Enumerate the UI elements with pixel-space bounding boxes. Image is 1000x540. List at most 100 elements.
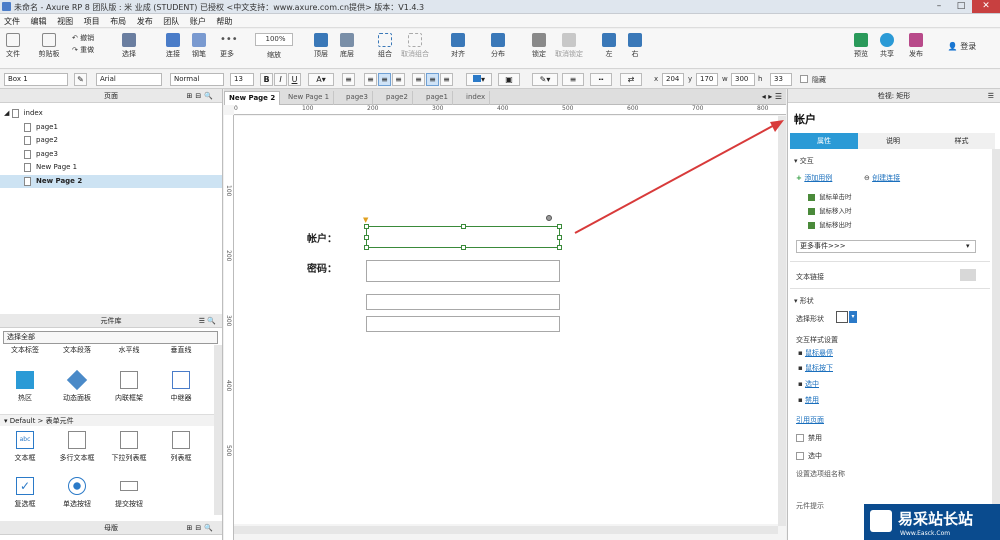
- tab-style[interactable]: 样式: [928, 133, 995, 149]
- menu-layout[interactable]: 布局: [106, 14, 130, 29]
- page-tree-item-new-page-1[interactable]: New Page 1: [0, 161, 222, 174]
- w-input[interactable]: 300: [731, 73, 755, 86]
- resize-handle[interactable]: [557, 235, 562, 240]
- selected-checkbox[interactable]: 选中: [796, 451, 822, 461]
- align-button[interactable]: 对齐: [448, 33, 468, 59]
- tab-index[interactable]: index: [462, 91, 491, 105]
- redo-button[interactable]: ↷ 重做: [72, 45, 100, 55]
- style-mousedown-link[interactable]: ▪ 鼠标按下: [798, 363, 833, 373]
- zoom-select[interactable]: 100%: [255, 33, 293, 46]
- tab-page2[interactable]: page2: [382, 91, 413, 105]
- widget-horizontal-line[interactable]: 水平线: [108, 345, 150, 355]
- resize-handle[interactable]: [557, 224, 562, 229]
- library-scrollbar[interactable]: [214, 345, 222, 515]
- more-events-select[interactable]: 更多事件>>>: [796, 240, 976, 253]
- login-button[interactable]: 👤 登录: [944, 41, 980, 52]
- page-tree-item-page3[interactable]: page3: [0, 148, 222, 161]
- resize-handle[interactable]: [364, 235, 369, 240]
- tab-notes[interactable]: 说明: [860, 133, 926, 149]
- shape-section[interactable]: ▾ 形状: [794, 296, 814, 306]
- h-input[interactable]: 33: [770, 73, 792, 86]
- event-mouse-leave[interactable]: 鼠标移出时: [808, 219, 852, 229]
- widget-droplist[interactable]: 下拉列表框: [108, 431, 150, 463]
- resize-handle[interactable]: [461, 224, 466, 229]
- hidden-checkbox[interactable]: [800, 75, 808, 83]
- align-right-text-button[interactable]: ≡: [392, 73, 405, 86]
- format-painter-icon[interactable]: ✎: [74, 73, 87, 86]
- clipboard-button[interactable]: 剪贴板: [36, 33, 62, 59]
- create-link-link[interactable]: ⊖ 创建连接: [864, 173, 900, 183]
- master-panel-actions-icon[interactable]: ⊞⊟🔍: [187, 521, 216, 535]
- line-width-button[interactable]: ≡: [562, 73, 584, 86]
- widget-name[interactable]: 帐户: [794, 111, 816, 127]
- event-mouse-enter[interactable]: 鼠标移入时: [808, 205, 852, 215]
- menu-file[interactable]: 文件: [0, 14, 24, 29]
- style-disabled-link[interactable]: ▪ 禁用: [798, 395, 819, 405]
- tab-new-page-1[interactable]: New Page 1: [284, 91, 335, 105]
- widget-text-paragraph[interactable]: 文本段落: [56, 345, 98, 355]
- widget-list-box[interactable]: 列表框: [160, 431, 202, 463]
- left-button[interactable]: 左: [600, 33, 618, 59]
- chevron-down-icon[interactable]: ▾: [966, 242, 970, 250]
- font-size-select[interactable]: 13: [230, 73, 254, 86]
- text-box-3[interactable]: [366, 294, 560, 310]
- zoom-control[interactable]: 100% 缩放: [255, 33, 293, 60]
- share-button[interactable]: 共享: [878, 33, 896, 59]
- shape-picker[interactable]: [836, 311, 848, 323]
- font-color-button[interactable]: A▾: [308, 73, 334, 86]
- line-style-button[interactable]: ┅: [590, 73, 612, 86]
- password-box[interactable]: [366, 260, 560, 282]
- undo-button[interactable]: ↶ 撤销: [72, 33, 100, 43]
- font-style-select[interactable]: Normal: [170, 73, 224, 86]
- text-box-4[interactable]: [366, 316, 560, 332]
- library-group-header[interactable]: ▾ Default > 表单元件: [0, 414, 214, 426]
- select-tool-button[interactable]: 选择: [112, 33, 146, 59]
- italic-button[interactable]: I: [274, 73, 287, 86]
- page-tree-item-new-page-2[interactable]: New Page 2: [0, 175, 222, 188]
- expand-icon[interactable]: ◢: [4, 109, 12, 117]
- page-tree-item-page1[interactable]: page1: [0, 121, 222, 134]
- tab-properties[interactable]: 属性: [790, 133, 858, 149]
- page-tree-item-index[interactable]: ◢ index: [0, 107, 222, 120]
- file-button[interactable]: 文件: [4, 33, 22, 59]
- align-center-text-button[interactable]: ≡: [378, 73, 391, 86]
- tab-page3[interactable]: page3: [342, 91, 373, 105]
- menu-publish[interactable]: 发布: [133, 14, 157, 29]
- widget-text-area[interactable]: 多行文本框: [56, 431, 98, 463]
- tab-page1[interactable]: page1: [422, 91, 453, 105]
- bring-to-top-button[interactable]: 顶层: [312, 33, 330, 59]
- x-input[interactable]: 204: [662, 73, 684, 86]
- widget-repeater[interactable]: 中继器: [160, 371, 202, 403]
- distribute-button[interactable]: 分布: [488, 33, 508, 59]
- library-filter-select[interactable]: 选择全部: [3, 331, 218, 344]
- resize-handle[interactable]: [461, 245, 466, 250]
- widget-submit-button[interactable]: 提交按钮: [108, 477, 150, 509]
- arrow-style-button[interactable]: ⇄: [620, 73, 642, 86]
- send-to-bottom-button[interactable]: 底层: [338, 33, 356, 59]
- text-link-button[interactable]: [960, 269, 976, 281]
- horizontal-scrollbar[interactable]: [234, 526, 778, 534]
- valign-bottom-button[interactable]: ≡: [440, 73, 453, 86]
- font-family-select[interactable]: Arial: [96, 73, 162, 86]
- style-selected-link[interactable]: ▪ 选中: [798, 379, 819, 389]
- widget-vertical-line[interactable]: 垂直线: [160, 345, 202, 355]
- more-tools-button[interactable]: ••• 更多: [216, 33, 238, 59]
- resize-handle[interactable]: [557, 245, 562, 250]
- minimize-button[interactable]: –: [928, 0, 950, 13]
- y-input[interactable]: 170: [696, 73, 718, 86]
- style-mouseover-link[interactable]: ▪ 鼠标悬停: [798, 348, 833, 358]
- maximize-button[interactable]: □: [950, 0, 972, 13]
- resize-handle[interactable]: [364, 224, 369, 229]
- menu-help[interactable]: 帮助: [212, 14, 236, 29]
- tabs-overflow-icon[interactable]: ◂ ▸ ☰: [762, 92, 782, 101]
- event-on-click[interactable]: 鼠标单击时: [808, 191, 852, 201]
- reference-page-link[interactable]: 引用页面: [796, 415, 824, 425]
- tab-new-page-2[interactable]: New Page 2: [224, 91, 281, 105]
- right-button[interactable]: 右: [626, 33, 644, 59]
- menu-team[interactable]: 团队: [159, 14, 183, 29]
- account-label[interactable]: 帐户：: [307, 230, 337, 245]
- fill-color-button[interactable]: ▾: [466, 73, 492, 86]
- lock-button[interactable]: 锁定: [530, 33, 548, 59]
- line-color-button[interactable]: ✎▾: [532, 73, 558, 86]
- valign-top-button[interactable]: ≡: [412, 73, 425, 86]
